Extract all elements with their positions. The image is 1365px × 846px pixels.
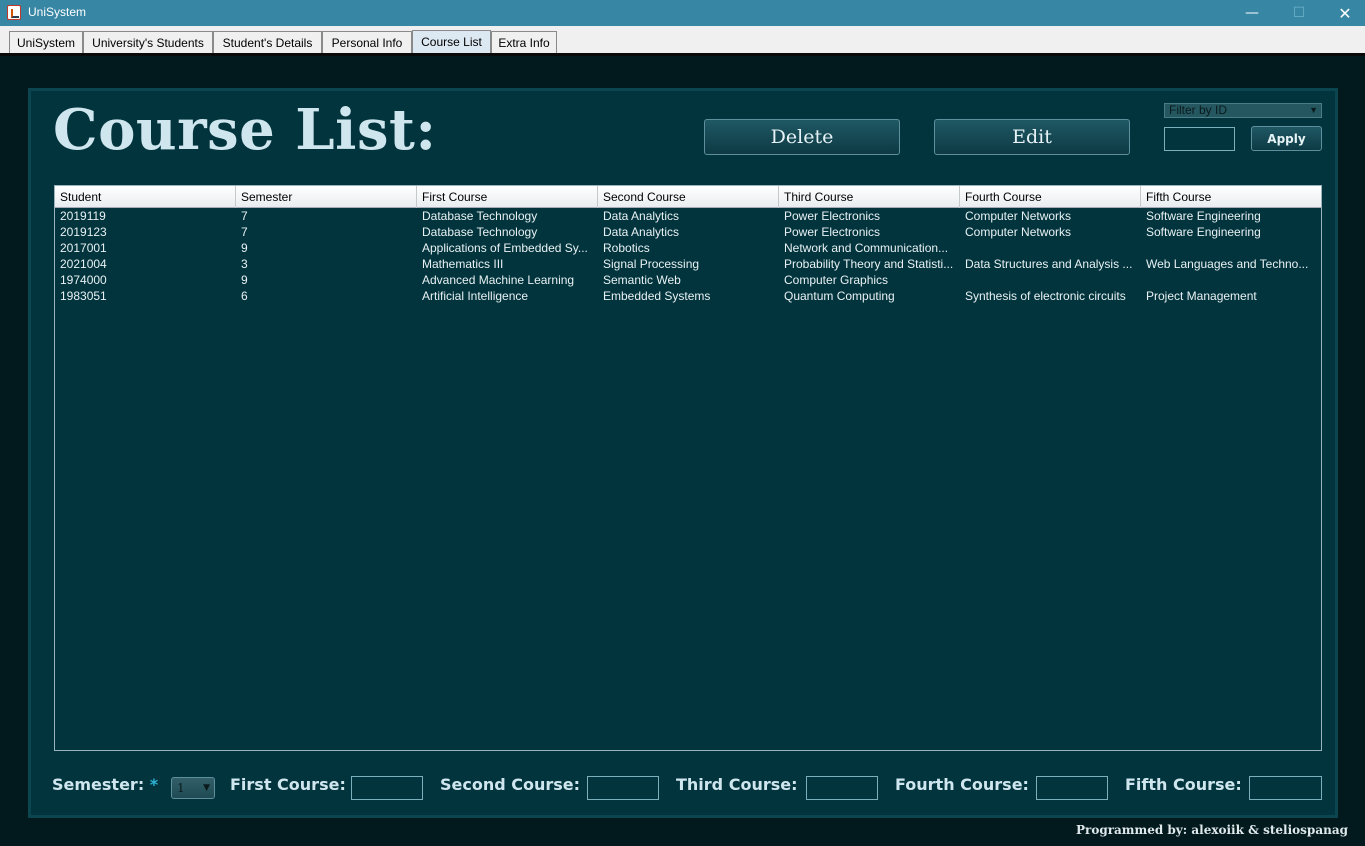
course-table[interactable]: Student Semester First Course Second Cou… <box>54 185 1322 751</box>
cell-first-course: Mathematics III <box>422 257 504 271</box>
cell-fifth-course: Software Engineering <box>1146 209 1261 223</box>
cell-third-course: Power Electronics <box>784 209 881 223</box>
cell-fifth-course <box>1141 240 1321 256</box>
cell-fourth-course: Synthesis of electronic circuits <box>965 289 1126 303</box>
cell-semester: 7 <box>241 225 248 239</box>
edit-button[interactable]: Edit <box>934 119 1130 155</box>
table-row[interactable]: 1974000 9 Advanced Machine Learning Sema… <box>55 272 1321 288</box>
cell-semester: 7 <box>241 209 248 223</box>
maximize-icon[interactable]: ☐ <box>1276 0 1322 26</box>
semester-dropdown-value: 1 <box>177 781 185 795</box>
tab-extra-info[interactable]: Extra Info <box>491 31 557 53</box>
required-marker: * <box>149 775 159 794</box>
cell-first-course: Applications of Embedded Sy... <box>422 241 588 255</box>
tab-students-details[interactable]: Student's Details <box>213 31 322 53</box>
filter-dropdown-value: Filter by ID <box>1169 103 1228 117</box>
cell-second-course: Semantic Web <box>603 273 681 287</box>
cell-fourth-course <box>960 240 1141 256</box>
tab-strip: UniSystem University's Students Student'… <box>0 26 1365 56</box>
java-app-icon <box>7 5 21 20</box>
fourth-course-input[interactable] <box>1036 776 1108 800</box>
tab-universitys-students[interactable]: University's Students <box>83 31 213 53</box>
cell-second-course: Data Analytics <box>603 209 680 223</box>
cell-fourth-course <box>960 272 1141 288</box>
table-row[interactable]: 2017001 9 Applications of Embedded Sy...… <box>55 240 1321 256</box>
cell-fifth-course: Project Management <box>1146 289 1257 303</box>
cell-semester: 9 <box>241 241 248 255</box>
chevron-down-icon: ▼ <box>203 783 210 793</box>
cell-second-course: Signal Processing <box>603 257 700 271</box>
delete-button[interactable]: Delete <box>704 119 900 155</box>
filter-input[interactable] <box>1164 127 1235 151</box>
column-header-first-course[interactable]: First Course <box>417 186 598 208</box>
semester-label: Semester: * <box>52 775 159 794</box>
cell-third-course: Power Electronics <box>784 225 881 239</box>
cell-third-course: Quantum Computing <box>784 289 895 303</box>
cell-student: 2021004 <box>60 257 107 271</box>
table-header: Student Semester First Course Second Cou… <box>55 186 1321 208</box>
first-course-label: First Course: <box>230 775 346 794</box>
table-row[interactable]: 2019119 7 Database Technology Data Analy… <box>55 208 1321 224</box>
filter-dropdown[interactable]: Filter by ID ▼ <box>1164 103 1322 118</box>
semester-dropdown[interactable]: 1 ▼ <box>171 777 215 799</box>
fourth-course-label: Fourth Course: <box>895 775 1029 794</box>
table-row[interactable]: 2021004 3 Mathematics III Signal Process… <box>55 256 1321 272</box>
cell-second-course: Robotics <box>603 241 650 255</box>
cell-fifth-course: Web Languages and Techno... <box>1146 257 1309 271</box>
cell-student: 1983051 <box>60 289 107 303</box>
table-body: 2019119 7 Database Technology Data Analy… <box>55 208 1321 304</box>
first-course-input[interactable] <box>351 776 423 800</box>
cell-third-course: Computer Graphics <box>784 273 889 287</box>
apply-button[interactable]: Apply <box>1251 126 1322 151</box>
cell-first-course: Database Technology <box>422 209 538 223</box>
tab-personal-info[interactable]: Personal Info <box>322 31 412 53</box>
column-header-semester[interactable]: Semester <box>236 186 417 208</box>
cell-third-course: Probability Theory and Statisti... <box>784 257 954 271</box>
credits-text: Programmed by: alexoiik & steliospanag <box>1075 823 1348 837</box>
third-course-label: Third Course: <box>676 775 798 794</box>
cell-fifth-course <box>1141 272 1321 288</box>
column-header-student[interactable]: Student <box>55 186 236 208</box>
cell-third-course: Network and Communication... <box>784 241 949 255</box>
cell-semester: 9 <box>241 273 248 287</box>
cell-second-course: Data Analytics <box>603 225 680 239</box>
column-header-third-course[interactable]: Third Course <box>779 186 960 208</box>
cell-semester: 6 <box>241 289 248 303</box>
cell-student: 1974000 <box>60 273 107 287</box>
second-course-label: Second Course: <box>440 775 581 794</box>
page-title: Course List: <box>53 97 437 163</box>
course-list-panel: Course List: Delete Edit Filter by ID ▼ … <box>28 88 1338 818</box>
cell-student: 2017001 <box>60 241 107 255</box>
table-row[interactable]: 2019123 7 Database Technology Data Analy… <box>55 224 1321 240</box>
cell-student: 2019119 <box>60 209 106 223</box>
column-header-second-course[interactable]: Second Course <box>598 186 779 208</box>
minimize-icon[interactable]: — <box>1229 0 1275 26</box>
fifth-course-input[interactable] <box>1249 776 1322 800</box>
second-course-input[interactable] <box>587 776 659 800</box>
cell-semester: 3 <box>241 257 248 271</box>
third-course-input[interactable] <box>806 776 878 800</box>
cell-first-course: Advanced Machine Learning <box>422 273 575 287</box>
close-icon[interactable]: ✕ <box>1322 0 1365 26</box>
cell-fifth-course: Software Engineering <box>1146 225 1261 239</box>
window-title: UniSystem <box>28 5 87 19</box>
column-header-fifth-course[interactable]: Fifth Course <box>1141 186 1321 208</box>
cell-fourth-course: Computer Networks <box>965 225 1072 239</box>
cell-student: 2019123 <box>60 225 107 239</box>
column-header-fourth-course[interactable]: Fourth Course <box>960 186 1141 208</box>
cell-first-course: Artificial Intelligence <box>422 289 529 303</box>
window-title-bar: UniSystem — ☐ ✕ <box>0 0 1365 26</box>
cell-fourth-course: Data Structures and Analysis ... <box>965 257 1133 271</box>
tab-course-list[interactable]: Course List <box>412 30 491 53</box>
tab-unisystem[interactable]: UniSystem <box>9 31 83 53</box>
cell-second-course: Embedded Systems <box>603 289 711 303</box>
cell-first-course: Database Technology <box>422 225 538 239</box>
fifth-course-label: Fifth Course: <box>1125 775 1242 794</box>
chevron-down-icon: ▼ <box>1309 105 1318 115</box>
table-row[interactable]: 1983051 6 Artificial Intelligence Embedd… <box>55 288 1321 304</box>
cell-fourth-course: Computer Networks <box>965 209 1072 223</box>
